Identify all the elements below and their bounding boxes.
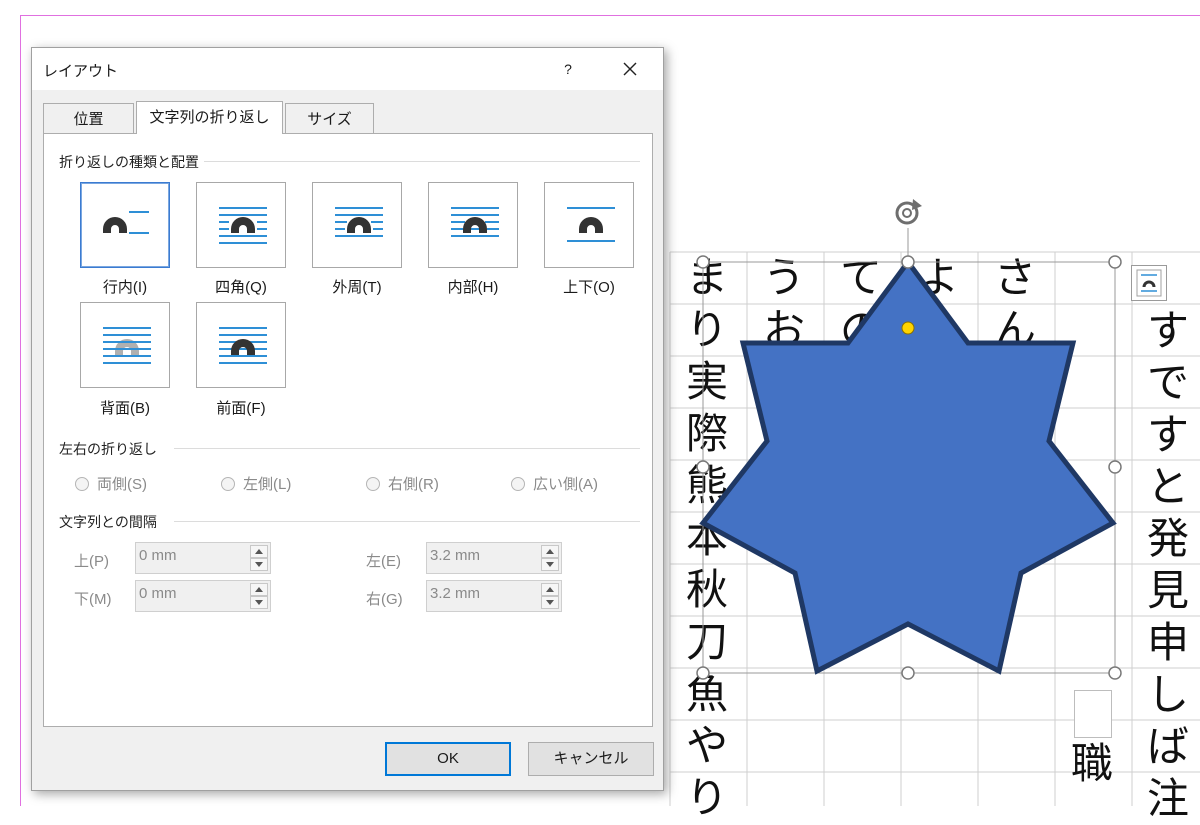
wrap-label-inline: 行内(I)	[102, 279, 148, 296]
wrap-option-top-bottom[interactable]	[544, 182, 634, 268]
resize-handle[interactable]	[901, 255, 915, 269]
wrap-option-in-front-text[interactable]	[196, 302, 286, 388]
wrap-label-top-bottom: 上下(O)	[563, 279, 615, 296]
resize-handle[interactable]	[1108, 666, 1122, 680]
top-distance-value[interactable]: 0 mm	[139, 547, 177, 564]
help-button[interactable]: ?	[556, 52, 580, 86]
radio-circle	[366, 476, 380, 491]
top-distance-spinner[interactable]: 0 mm	[135, 542, 271, 574]
left-distance-value[interactable]: 3.2 mm	[430, 547, 480, 564]
top-bottom-wrap-icon	[567, 207, 615, 242]
divider	[204, 161, 640, 162]
dialog-title-bar[interactable]: レイアウト ?	[32, 48, 663, 90]
right-distance-value[interactable]: 3.2 mm	[430, 585, 480, 602]
resize-handle[interactable]	[696, 666, 710, 680]
spin-up-icon[interactable]	[541, 545, 559, 558]
through-wrap-icon	[451, 207, 499, 237]
divider	[174, 521, 640, 522]
bottom-distance-value[interactable]: 0 mm	[139, 585, 177, 602]
bottom-distance-label: 下(M)	[74, 591, 112, 608]
ok-button[interactable]: OK	[385, 742, 511, 776]
dialog-title: レイアウト	[43, 63, 119, 80]
in-front-text-icon	[219, 327, 267, 364]
wrap-label-in-front-text: 前面(F)	[216, 400, 266, 417]
cancel-button[interactable]: キャンセル	[528, 742, 654, 776]
layout-options-button[interactable]	[1131, 265, 1167, 301]
behind-text-icon	[103, 327, 151, 364]
spin-up-icon[interactable]	[250, 545, 268, 558]
radio-both-sides[interactable]: 両側(S)	[75, 473, 147, 494]
bottom-distance-spinner[interactable]: 0 mm	[135, 580, 271, 612]
radio-label: 左側(L)	[243, 476, 292, 493]
right-distance-spinner[interactable]: 3.2 mm	[426, 580, 562, 612]
radio-label: 両側(S)	[97, 476, 147, 493]
wrap-label-behind-text: 背面(B)	[100, 400, 150, 417]
wrap-option-square[interactable]	[196, 182, 286, 268]
radio-circle	[511, 476, 525, 491]
spin-down-icon[interactable]	[250, 558, 268, 571]
wrap-label-square: 四角(Q)	[215, 279, 267, 296]
wrap-label-through: 内部(H)	[447, 279, 499, 296]
radio-circle	[75, 476, 89, 491]
right-distance-label: 右(G)	[366, 591, 403, 608]
wrap-group-title: 折り返しの種類と配置	[59, 154, 199, 170]
tab-panel: 折り返しの種類と配置 行内(I) 四角(Q) 外周(T) 内部(H) 上下(O)…	[43, 133, 653, 727]
spin-down-icon[interactable]	[250, 596, 268, 609]
tab-size[interactable]: サイズ	[285, 103, 374, 134]
radio-label: 広い側(A)	[533, 476, 598, 493]
wrap-option-inline[interactable]	[80, 182, 170, 268]
spin-up-icon[interactable]	[250, 583, 268, 596]
adjust-handle[interactable]	[901, 321, 915, 335]
resize-handle[interactable]	[901, 666, 915, 680]
resize-handle[interactable]	[1108, 460, 1122, 474]
layout-options-icon	[1136, 269, 1162, 297]
wrap-option-behind-text[interactable]	[80, 302, 170, 388]
divider	[174, 448, 640, 449]
close-button[interactable]	[610, 52, 650, 86]
square-wrap-icon	[219, 207, 267, 244]
spin-down-icon[interactable]	[541, 596, 559, 609]
rotate-handle-icon[interactable]	[895, 199, 922, 225]
radio-circle	[221, 476, 235, 491]
inline-wrap-icon	[103, 211, 149, 234]
wrap-option-through[interactable]	[428, 182, 518, 268]
left-distance-label: 左(E)	[366, 553, 401, 570]
top-distance-label: 上(P)	[74, 553, 109, 570]
radio-largest-side[interactable]: 広い側(A)	[511, 473, 598, 494]
tab-text-wrapping[interactable]: 文字列の折り返し	[136, 101, 283, 134]
radio-right-side[interactable]: 右側(R)	[366, 473, 439, 494]
resize-handle[interactable]	[696, 255, 710, 269]
resize-handle[interactable]	[1108, 255, 1122, 269]
tight-wrap-icon	[335, 207, 383, 237]
spin-down-icon[interactable]	[541, 558, 559, 571]
side-group-title: 左右の折り返し	[59, 441, 157, 457]
wrap-option-tight[interactable]	[312, 182, 402, 268]
left-distance-spinner[interactable]: 3.2 mm	[426, 542, 562, 574]
distance-group-title: 文字列との間隔	[59, 514, 157, 530]
radio-label: 右側(R)	[388, 476, 439, 493]
resize-handle[interactable]	[696, 460, 710, 474]
radio-left-side[interactable]: 左側(L)	[221, 473, 291, 494]
wrap-label-tight: 外周(T)	[332, 279, 382, 296]
close-icon	[623, 62, 637, 76]
layout-dialog: レイアウト ? 位置 文字列の折り返し サイズ 折り返しの種類と配置 行内(I)	[31, 47, 664, 791]
spin-up-icon[interactable]	[541, 583, 559, 596]
tab-position[interactable]: 位置	[43, 103, 134, 134]
